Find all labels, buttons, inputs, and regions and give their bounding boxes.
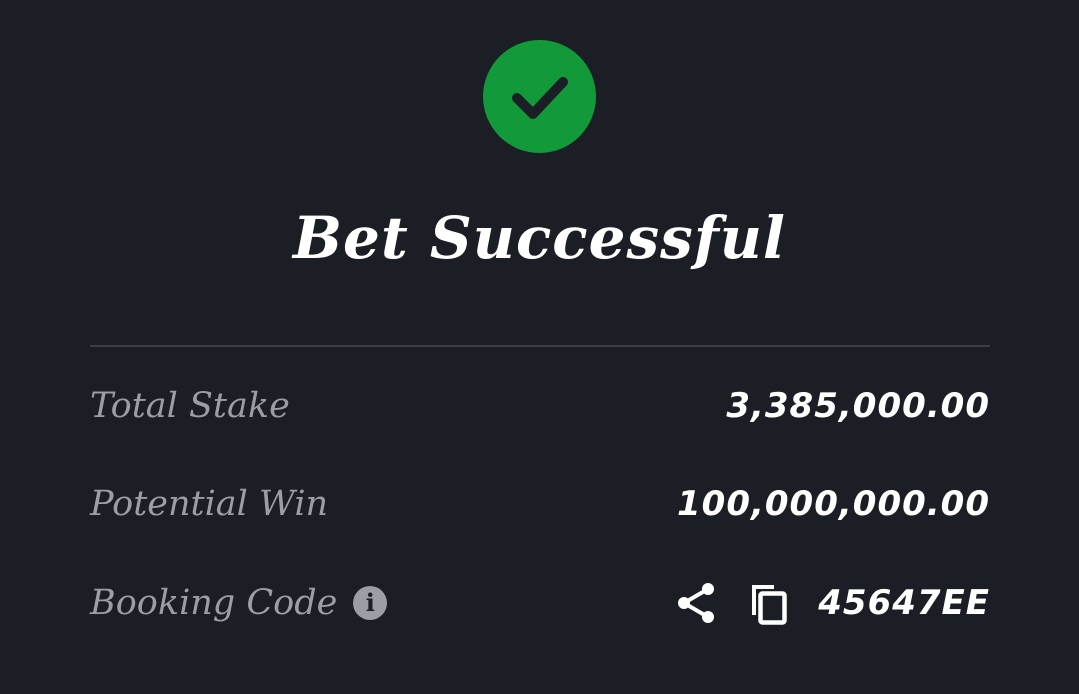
total-stake-value: 3,385,000.00	[726, 386, 990, 426]
divider	[90, 345, 990, 347]
page-title: Bet Successful	[293, 204, 786, 272]
potential-win-row: Potential Win 100,000,000.00	[90, 474, 990, 534]
total-stake-row: Total Stake 3,385,000.00	[90, 376, 990, 436]
booking-code-label-group: Booking Code i	[90, 583, 388, 623]
info-icon[interactable]: i	[353, 586, 388, 620]
share-icon[interactable]	[674, 579, 718, 627]
booking-code-actions: 45647EE	[674, 579, 990, 627]
booking-code-label: Booking Code	[90, 583, 338, 623]
potential-win-label: Potential Win	[90, 484, 329, 524]
booking-code-value: 45647EE	[818, 583, 990, 623]
check-mark-icon	[511, 76, 568, 119]
total-stake-label: Total Stake	[90, 386, 290, 426]
booking-code-row: Booking Code i 45647EE	[90, 573, 990, 633]
copy-icon[interactable]	[746, 579, 790, 627]
potential-win-value: 100,000,000.00	[677, 484, 990, 524]
success-check-icon	[483, 40, 596, 153]
